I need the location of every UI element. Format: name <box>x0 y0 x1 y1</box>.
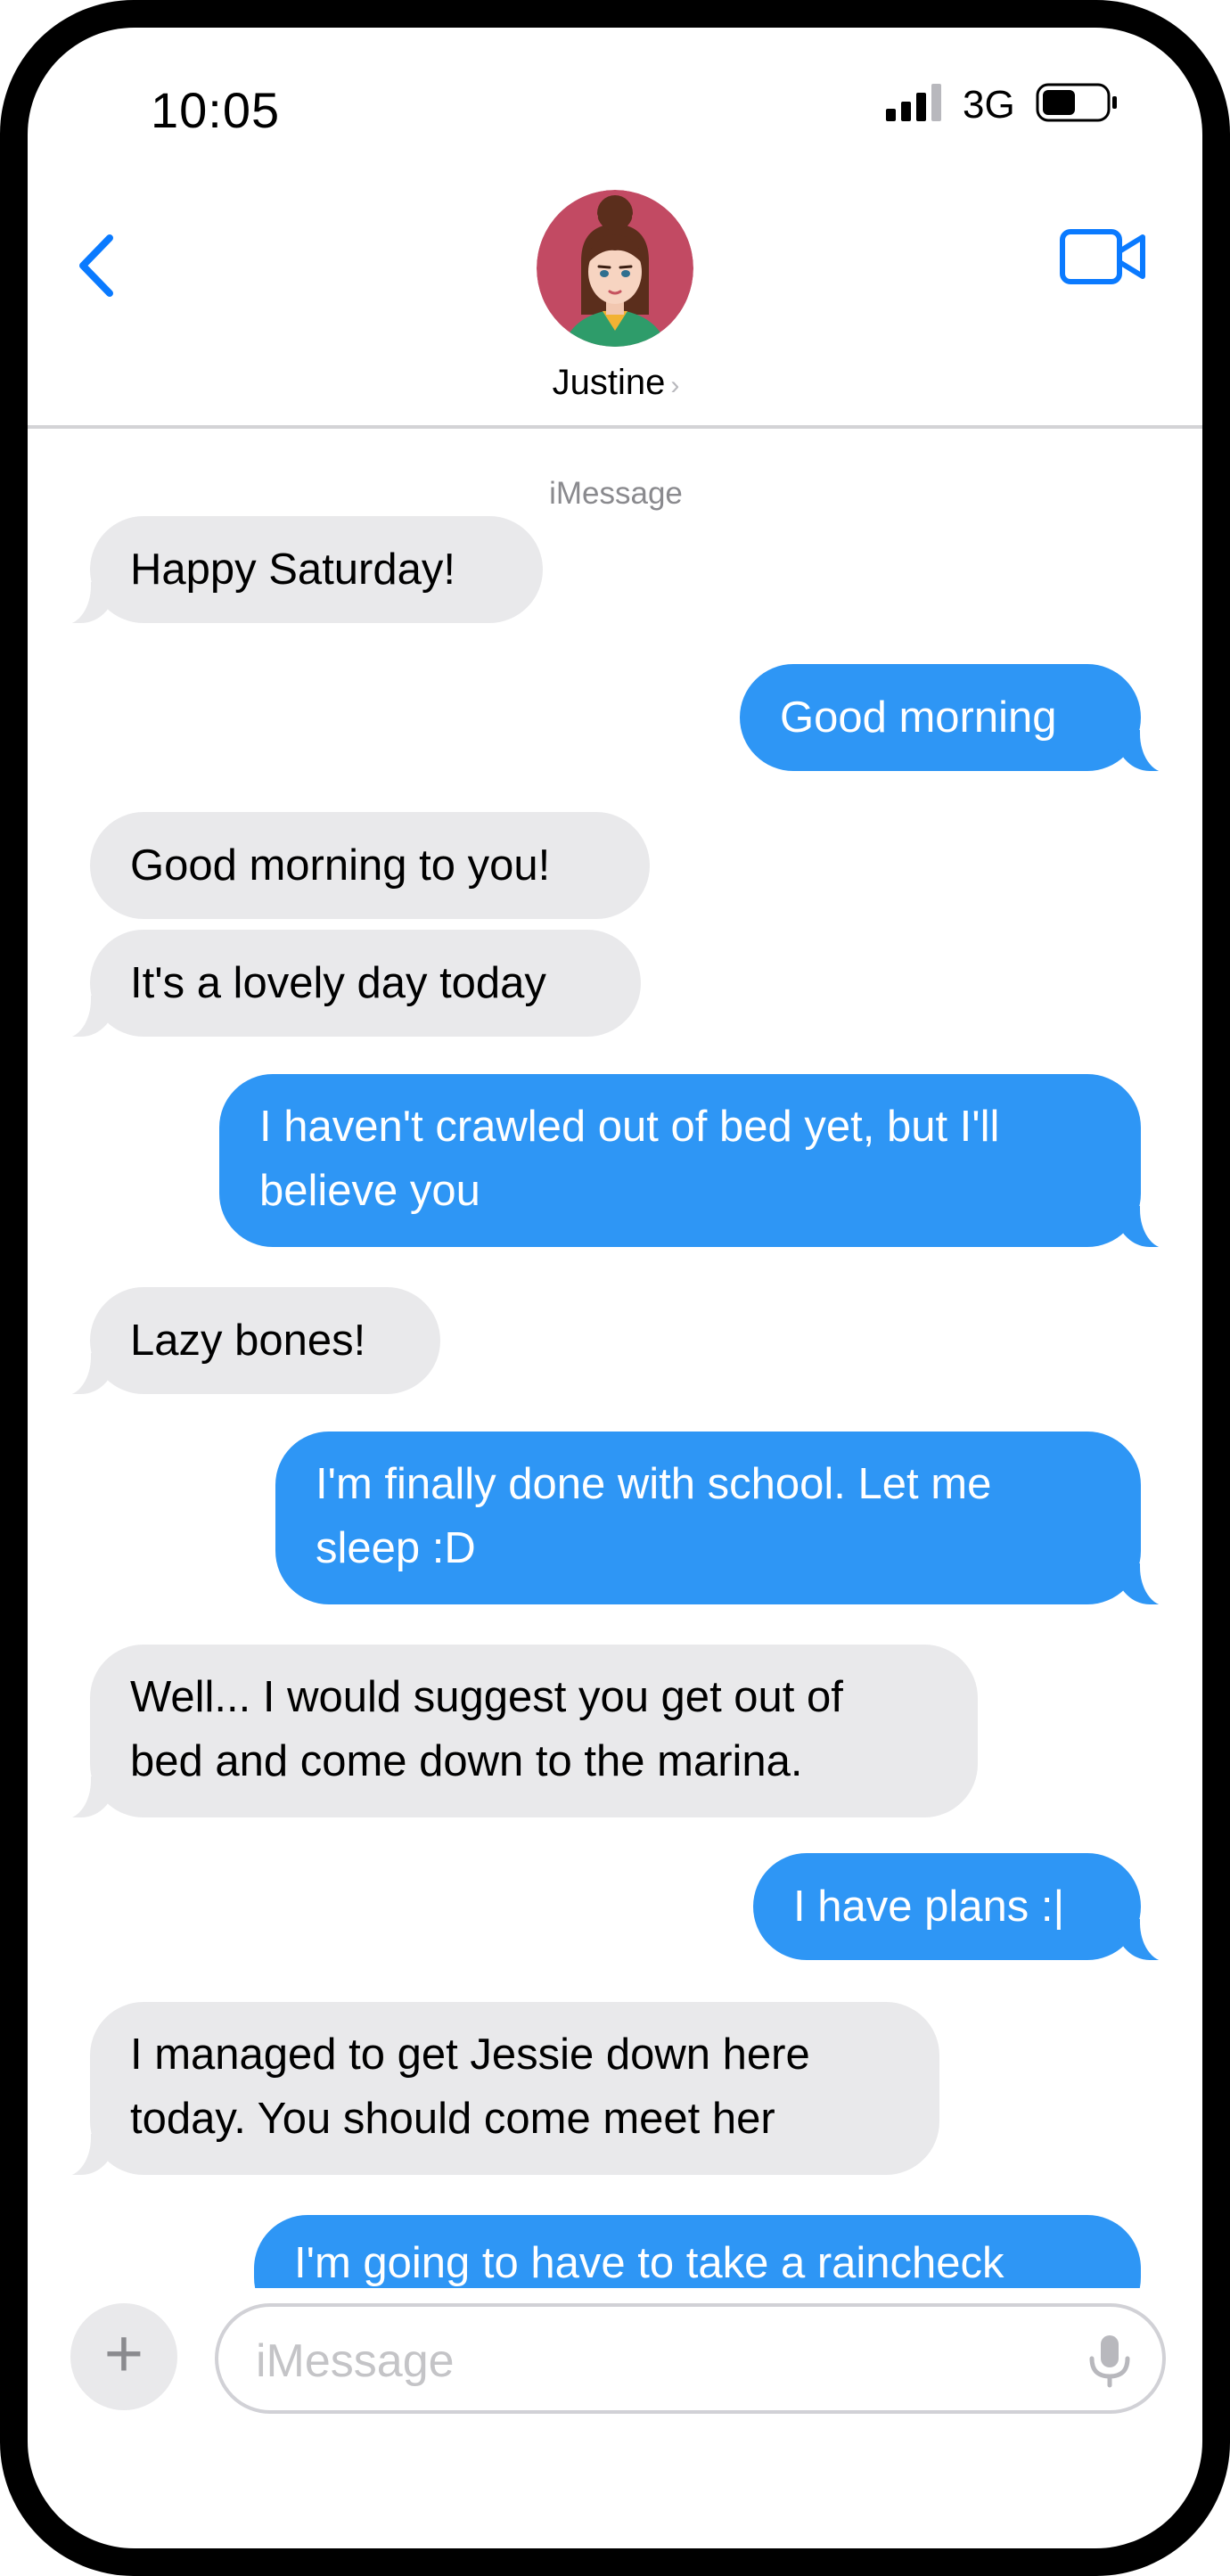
message-bubble-sent[interactable]: Good morning <box>740 664 1181 773</box>
service-label: iMessage <box>549 476 683 511</box>
contact-name: Justine <box>552 363 666 402</box>
contact-name-button[interactable]: Justine › <box>509 363 723 403</box>
back-chevron-icon[interactable] <box>63 215 135 313</box>
message-bubble-received[interactable]: I managed to get Jessie down here today.… <box>50 2002 939 2177</box>
message-bubble-sent[interactable]: I have plans :| <box>753 1853 1181 1962</box>
add-attachment-button[interactable]: + <box>70 2303 177 2410</box>
message-clip: I'm going to have to take a raincheck <box>28 2203 1202 2288</box>
plus-icon: + <box>103 2316 144 2391</box>
header-divider <box>28 425 1202 429</box>
phone-frame: 10:05 3G Justine › iMessage Happy Saturd… <box>0 0 1230 2576</box>
message-input-field[interactable] <box>215 2303 1166 2414</box>
battery-icon <box>1036 83 1117 122</box>
microphone-icon[interactable] <box>1083 2332 1136 2389</box>
message-bubble-sent[interactable]: I'm finally done with school. Let me sle… <box>275 1432 1181 1606</box>
signal-strength-icon <box>886 84 941 121</box>
message-bubble-received[interactable]: It's a lovely day today <box>50 930 641 1038</box>
message-bubble-received[interactable]: Happy Saturday! <box>50 516 543 625</box>
contact-avatar[interactable] <box>537 190 693 347</box>
message-bubble-received[interactable]: Well... I would suggest you get out of b… <box>50 1645 978 1819</box>
network-type: 3G <box>963 83 1015 127</box>
message-input[interactable] <box>254 2325 1042 2398</box>
video-camera-icon[interactable] <box>1059 225 1148 289</box>
message-bubble-sent[interactable]: I'm going to have to take a raincheck <box>254 2215 1141 2288</box>
message-bubble-sent[interactable]: I haven't crawled out of bed yet, but I'… <box>219 1074 1181 1249</box>
status-time: 10:05 <box>151 82 281 138</box>
chevron-right-icon: › <box>670 371 680 400</box>
contact-avatar-icon <box>537 190 693 347</box>
screen: 10:05 3G Justine › iMessage Happy Saturd… <box>28 28 1202 2548</box>
message-bubble-received[interactable]: Lazy bones! <box>50 1287 440 1396</box>
message-bubble-received[interactable]: Good morning to you! <box>90 812 650 919</box>
